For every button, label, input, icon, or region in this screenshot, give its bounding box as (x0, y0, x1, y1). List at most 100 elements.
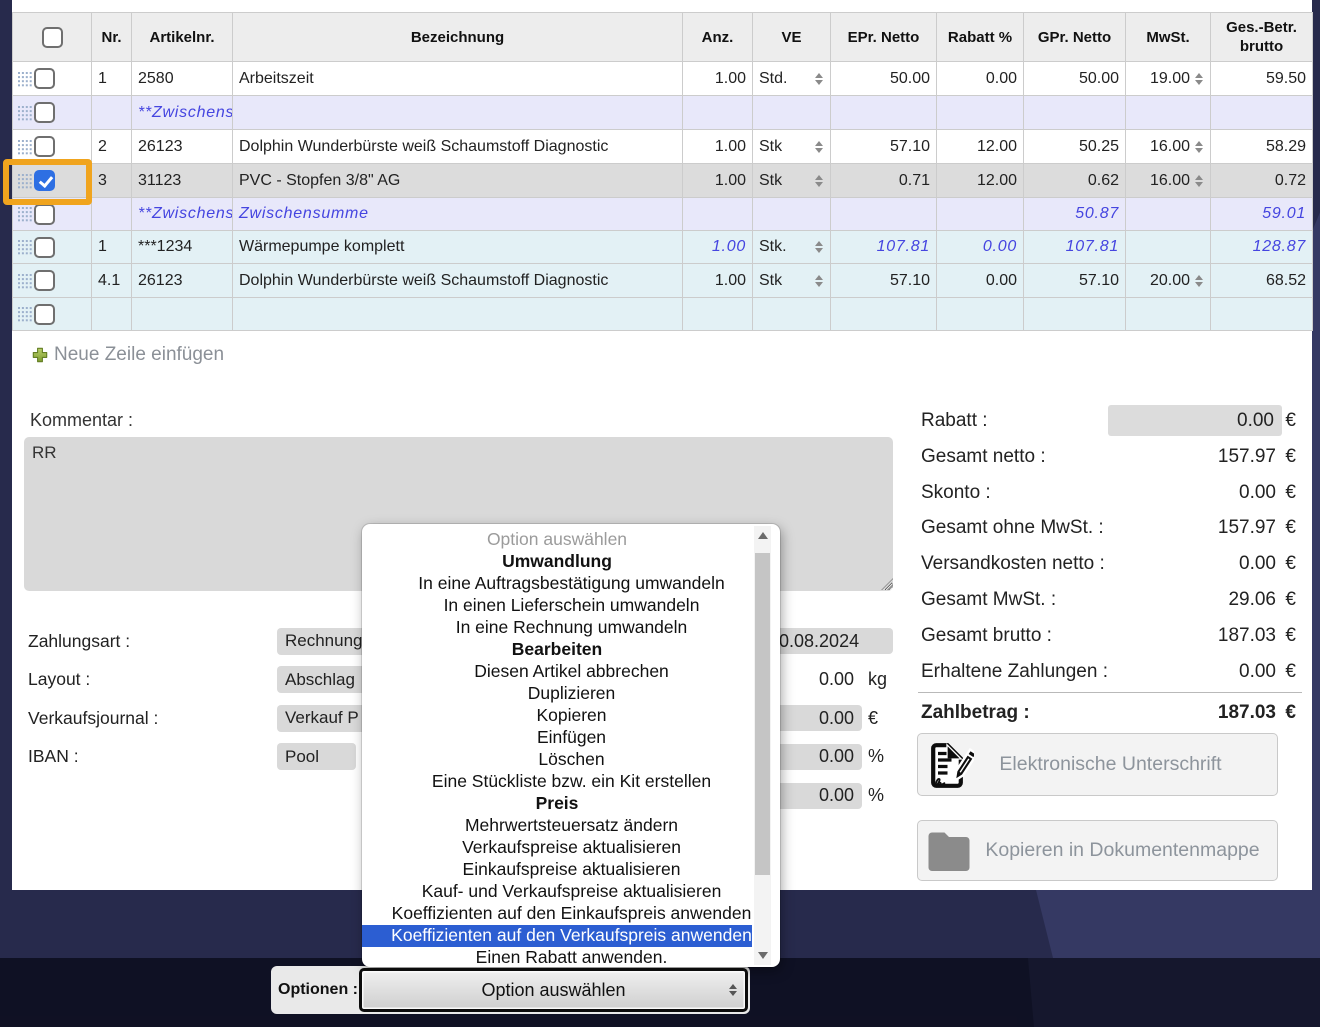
cell-ve[interactable]: Stk (752, 163, 831, 198)
row-checkbox[interactable] (34, 203, 55, 225)
cell-anz[interactable]: 1.00 (682, 129, 753, 164)
mwst-spinner-icon[interactable] (1194, 274, 1204, 287)
total-currency: € (1285, 702, 1296, 723)
cell-epr-netto[interactable]: 57.10 (830, 263, 937, 298)
cell-mwst[interactable] (1125, 297, 1211, 331)
row-checkbox[interactable] (34, 303, 55, 325)
dropdown-option[interactable]: Option auswählen (362, 529, 752, 551)
ve-spinner-icon[interactable] (814, 241, 824, 253)
dropdown-option[interactable]: Bearbeiten (362, 639, 752, 661)
summary-currency: € (1285, 624, 1296, 646)
scroll-up-arrow-icon[interactable] (754, 527, 771, 544)
cell-mwst[interactable] (1125, 95, 1211, 130)
dropdown-option[interactable]: Eine Stückliste bzw. ein Kit erstellen (362, 771, 752, 793)
cell-epr-netto[interactable] (830, 297, 937, 331)
dropdown-option[interactable]: Umwandlung (362, 551, 752, 573)
cell-rabatt[interactable]: 0.00 (936, 230, 1024, 264)
drag-handle-icon[interactable] (17, 105, 32, 121)
mwst-spinner-icon[interactable] (1194, 174, 1204, 187)
ve-spinner-icon[interactable] (814, 174, 824, 187)
dropdown-option[interactable]: Mehrwertsteuersatz ändern (362, 815, 752, 837)
cell-mwst[interactable]: 19.00 (1125, 61, 1211, 96)
cell-mwst[interactable]: 16.00 (1125, 129, 1211, 164)
scroll-down-arrow-icon[interactable] (754, 947, 771, 964)
row-checkbox[interactable] (34, 102, 55, 123)
options-select[interactable]: Option auswählen (359, 968, 748, 1012)
dropdown-option[interactable]: Einen Rabatt anwenden. (362, 947, 752, 967)
copy-to-folder-button[interactable]: Kopieren in Dokumentenmappe (917, 820, 1278, 881)
cell-epr-netto[interactable] (830, 197, 937, 231)
cell-ve[interactable]: Stk. (752, 230, 831, 264)
cell-anz[interactable] (682, 297, 753, 331)
drag-handle-icon[interactable] (17, 306, 32, 322)
cell-epr-netto[interactable]: 107.81 (830, 230, 937, 264)
dropdown-option[interactable]: In eine Auftragsbestätigung umwandeln (362, 573, 752, 595)
rabatt-input[interactable]: 0.00 (1108, 405, 1282, 436)
cell-mwst[interactable]: 20.00 (1125, 263, 1211, 298)
dropdown-option[interactable]: Einfügen (362, 727, 752, 749)
cell-mwst[interactable] (1125, 230, 1211, 264)
dropdown-option[interactable]: Preis (362, 793, 752, 815)
mwst-spinner-icon[interactable] (1194, 140, 1204, 153)
insert-new-row-link[interactable]: Neue Zeile einfügen (32, 344, 224, 366)
cell-rabatt[interactable] (936, 197, 1024, 231)
row-checkbox[interactable] (34, 68, 55, 89)
cell-ve[interactable]: Stk (752, 129, 831, 164)
cell-rabatt[interactable]: 0.00 (936, 263, 1024, 298)
dropdown-option[interactable]: In einen Lieferschein umwandeln (362, 595, 752, 617)
dropdown-option[interactable]: Kopieren (362, 705, 752, 727)
row-checkbox[interactable] (34, 136, 55, 157)
drag-handle-icon[interactable] (17, 139, 32, 155)
cell-rabatt[interactable]: 0.00 (936, 61, 1024, 96)
cell-mwst[interactable] (1125, 197, 1211, 231)
cell-ve[interactable] (752, 297, 831, 331)
select-all-checkbox[interactable] (41, 26, 63, 48)
ve-spinner-icon[interactable] (814, 72, 824, 85)
row-checkbox[interactable] (34, 270, 55, 291)
mwst-spinner-icon[interactable] (1194, 72, 1204, 85)
dropdown-scrollbar[interactable] (754, 526, 771, 965)
dropdown-option[interactable]: Koeffizienten auf den Einkaufspreis anwe… (362, 903, 752, 925)
summary-total-row: Zahlbetrag : 187.03 € (921, 698, 1296, 728)
ve-spinner-icon[interactable] (814, 140, 824, 153)
dropdown-option[interactable]: Kauf- und Verkaufspreise aktualisieren (362, 881, 752, 903)
dropdown-option[interactable]: Verkaufspreise aktualisieren (362, 837, 752, 859)
dropdown-option[interactable]: Duplizieren (362, 683, 752, 705)
cell-epr-netto[interactable] (830, 95, 937, 130)
dropdown-option[interactable]: Diesen Artikel abbrechen (362, 661, 752, 683)
electronic-signature-button[interactable]: Elektronische Unterschrift (917, 733, 1278, 796)
cell-ve[interactable] (752, 95, 831, 130)
cell-rabatt[interactable] (936, 297, 1024, 331)
scrollbar-thumb[interactable] (755, 553, 770, 875)
cell-epr-netto[interactable]: 57.10 (830, 129, 937, 164)
drag-handle-icon[interactable] (17, 273, 32, 289)
cell-ve[interactable] (752, 197, 831, 231)
date-field[interactable]: 30.08.2024 (761, 628, 893, 654)
dropdown-option[interactable]: Einkaufspreise aktualisieren (362, 859, 752, 881)
dropdown-option[interactable]: Koeffizienten auf den Verkaufspreis anwe… (362, 924, 752, 947)
cell-rabatt[interactable]: 12.00 (936, 163, 1024, 198)
cell-mwst[interactable]: 16.00 (1125, 163, 1211, 198)
cell-anz[interactable]: 1.00 (682, 263, 753, 298)
cell-gpr-netto: 57.10 (1023, 263, 1126, 298)
cell-ve[interactable]: Std. (752, 61, 831, 96)
cell-anz[interactable]: 1.00 (682, 230, 753, 264)
cell-rabatt[interactable]: 12.00 (936, 129, 1024, 164)
row-checkbox[interactable] (34, 236, 55, 258)
column-header-Bezeichnung: Bezeichnung (232, 12, 683, 62)
cell-epr-netto[interactable]: 50.00 (830, 61, 937, 96)
cell-anz[interactable]: 1.00 (682, 163, 753, 198)
cell-ve[interactable]: Stk (752, 263, 831, 298)
dropdown-option[interactable]: Löschen (362, 749, 752, 771)
drag-handle-icon[interactable] (17, 206, 32, 222)
drag-handle-icon[interactable] (17, 239, 32, 255)
cell-epr-netto[interactable]: 0.71 (830, 163, 937, 198)
cell-anz[interactable] (682, 197, 753, 231)
drag-handle-icon[interactable] (17, 71, 32, 87)
ve-spinner-icon[interactable] (814, 274, 824, 287)
form-select[interactable]: Pool (277, 743, 356, 770)
cell-anz[interactable]: 1.00 (682, 61, 753, 96)
cell-anz[interactable] (682, 95, 753, 130)
dropdown-option[interactable]: In eine Rechnung umwandeln (362, 617, 752, 639)
cell-rabatt[interactable] (936, 95, 1024, 130)
